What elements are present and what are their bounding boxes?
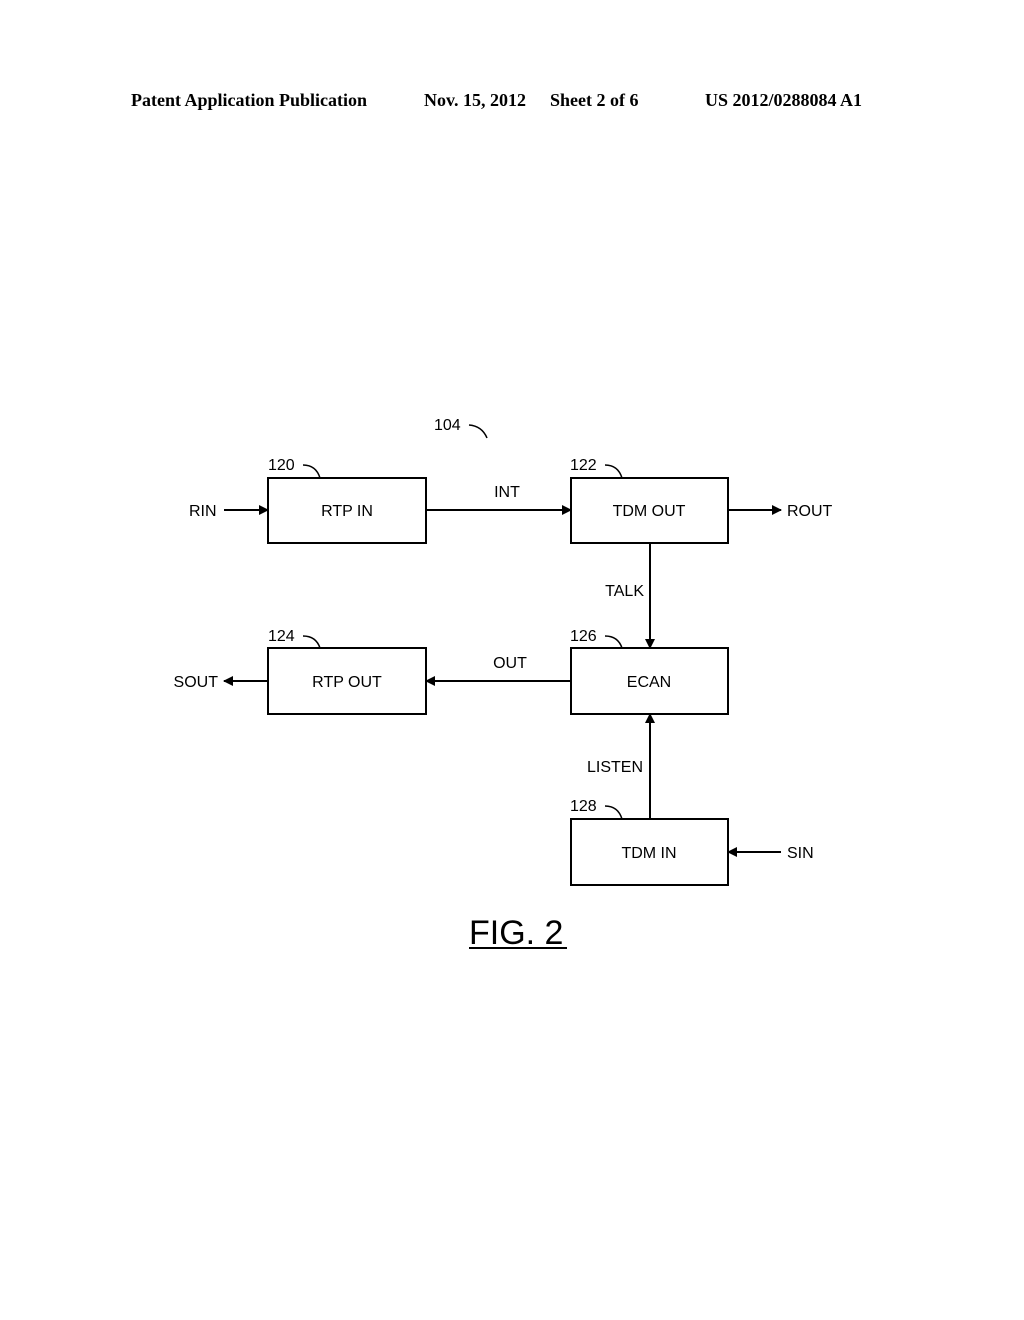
signal-int: INT bbox=[494, 484, 520, 501]
block-rtp-in: RTP IN bbox=[267, 477, 427, 544]
figure-label: FIG. 2 bbox=[469, 914, 563, 952]
block-ecan: ECAN bbox=[570, 647, 729, 715]
block-rtp-out-label: RTP OUT bbox=[312, 674, 382, 691]
signal-rout: ROUT bbox=[787, 503, 833, 520]
ref-126: 126 bbox=[570, 628, 597, 645]
ref-120: 120 bbox=[268, 457, 295, 474]
signal-talk: TALK bbox=[605, 583, 644, 600]
signal-out: OUT bbox=[493, 655, 527, 672]
signal-rin: RIN bbox=[189, 503, 217, 520]
ref-104-leader bbox=[468, 424, 488, 439]
signal-sout: SOUT bbox=[174, 674, 219, 691]
ref-122: 122 bbox=[570, 457, 597, 474]
block-rtp-out: RTP OUT bbox=[267, 647, 427, 715]
block-ecan-label: ECAN bbox=[627, 674, 671, 691]
block-tdm-out-label: TDM OUT bbox=[613, 503, 686, 520]
ref-128-leader bbox=[604, 805, 623, 820]
block-tdm-in-label: TDM IN bbox=[621, 845, 676, 862]
signal-listen: LISTEN bbox=[587, 759, 643, 776]
ref-122-leader bbox=[604, 464, 623, 479]
ref-128: 128 bbox=[570, 798, 597, 815]
ref-126-leader bbox=[604, 635, 623, 649]
ref-124-leader bbox=[302, 635, 321, 649]
ref-124: 124 bbox=[268, 628, 295, 645]
diagram-ref-104: 104 bbox=[434, 417, 461, 434]
ref-120-leader bbox=[302, 464, 321, 479]
block-tdm-out: TDM OUT bbox=[570, 477, 729, 544]
block-tdm-in: TDM IN bbox=[570, 818, 729, 886]
block-diagram: 104 RTP IN 120 TDM OUT 122 RTP OUT 124 E… bbox=[174, 417, 833, 952]
signal-sin: SIN bbox=[787, 845, 814, 862]
block-rtp-in-label: RTP IN bbox=[321, 503, 373, 520]
